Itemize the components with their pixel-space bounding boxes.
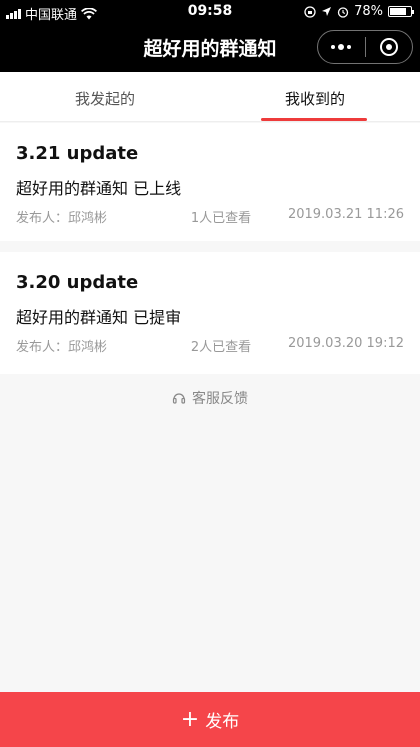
more-button[interactable] bbox=[318, 31, 365, 63]
tab-bar: 我发起的 我收到的 bbox=[0, 72, 420, 122]
notice-meta: 发布人：邱鸿彬 1人已查看 2019.03.21 11:26 bbox=[16, 207, 404, 226]
notice-publisher: 发布人：邱鸿彬 bbox=[16, 211, 108, 226]
battery-icon bbox=[388, 6, 414, 17]
battery-percent: 78% bbox=[354, 4, 383, 19]
notice-publisher: 发布人：邱鸿彬 bbox=[16, 340, 108, 355]
mini-program-capsule bbox=[317, 30, 413, 64]
notice-views: 1人已查看 bbox=[190, 211, 252, 226]
more-icon bbox=[331, 44, 352, 50]
battery-fill bbox=[390, 8, 406, 15]
feedback-link[interactable]: 客服反馈 bbox=[0, 388, 420, 408]
tab-sent[interactable]: 我发起的 bbox=[0, 72, 210, 121]
notice-views: 2人已查看 bbox=[190, 340, 252, 355]
notice-meta: 发布人：邱鸿彬 2人已查看 2019.03.20 19:12 bbox=[16, 336, 404, 355]
active-tab-indicator bbox=[261, 118, 367, 121]
notice-title: 3.21 update bbox=[16, 143, 139, 164]
notice-time: 2019.03.20 19:12 bbox=[287, 336, 404, 351]
tab-received[interactable]: 我收到的 bbox=[210, 72, 420, 121]
close-target-icon bbox=[379, 38, 398, 56]
tab-sent-label: 我发起的 bbox=[74, 90, 135, 108]
location-icon bbox=[322, 7, 332, 16]
close-mini-program-button[interactable] bbox=[366, 31, 413, 63]
notice-card[interactable]: 3.20 update 超好用的群通知 已提审 发布人：邱鸿彬 2人已查看 20… bbox=[0, 252, 420, 374]
tab-received-label: 我收到的 bbox=[284, 90, 345, 108]
alarm-icon bbox=[337, 6, 349, 18]
nav-bar: 超好用的群通知 bbox=[0, 24, 420, 72]
orientation-lock-icon bbox=[304, 5, 316, 18]
notice-card[interactable]: 3.21 update 超好用的群通知 已上线 发布人：邱鸿彬 1人已查看 20… bbox=[0, 123, 420, 241]
notice-content: 超好用的群通知 已上线 bbox=[16, 179, 182, 198]
notice-content: 超好用的群通知 已提审 bbox=[16, 308, 182, 327]
publish-label: 发布 bbox=[205, 712, 240, 732]
publish-button[interactable]: + 发布 bbox=[0, 692, 420, 747]
plus-icon: + bbox=[180, 706, 200, 732]
status-bar-right: 78% bbox=[304, 4, 414, 19]
feedback-label: 客服反馈 bbox=[192, 391, 248, 407]
headset-icon bbox=[172, 393, 186, 404]
status-bar: 中国联通 09:58 78% bbox=[0, 0, 420, 24]
notice-time: 2019.03.21 11:26 bbox=[287, 207, 404, 222]
notice-title: 3.20 update bbox=[16, 272, 139, 293]
